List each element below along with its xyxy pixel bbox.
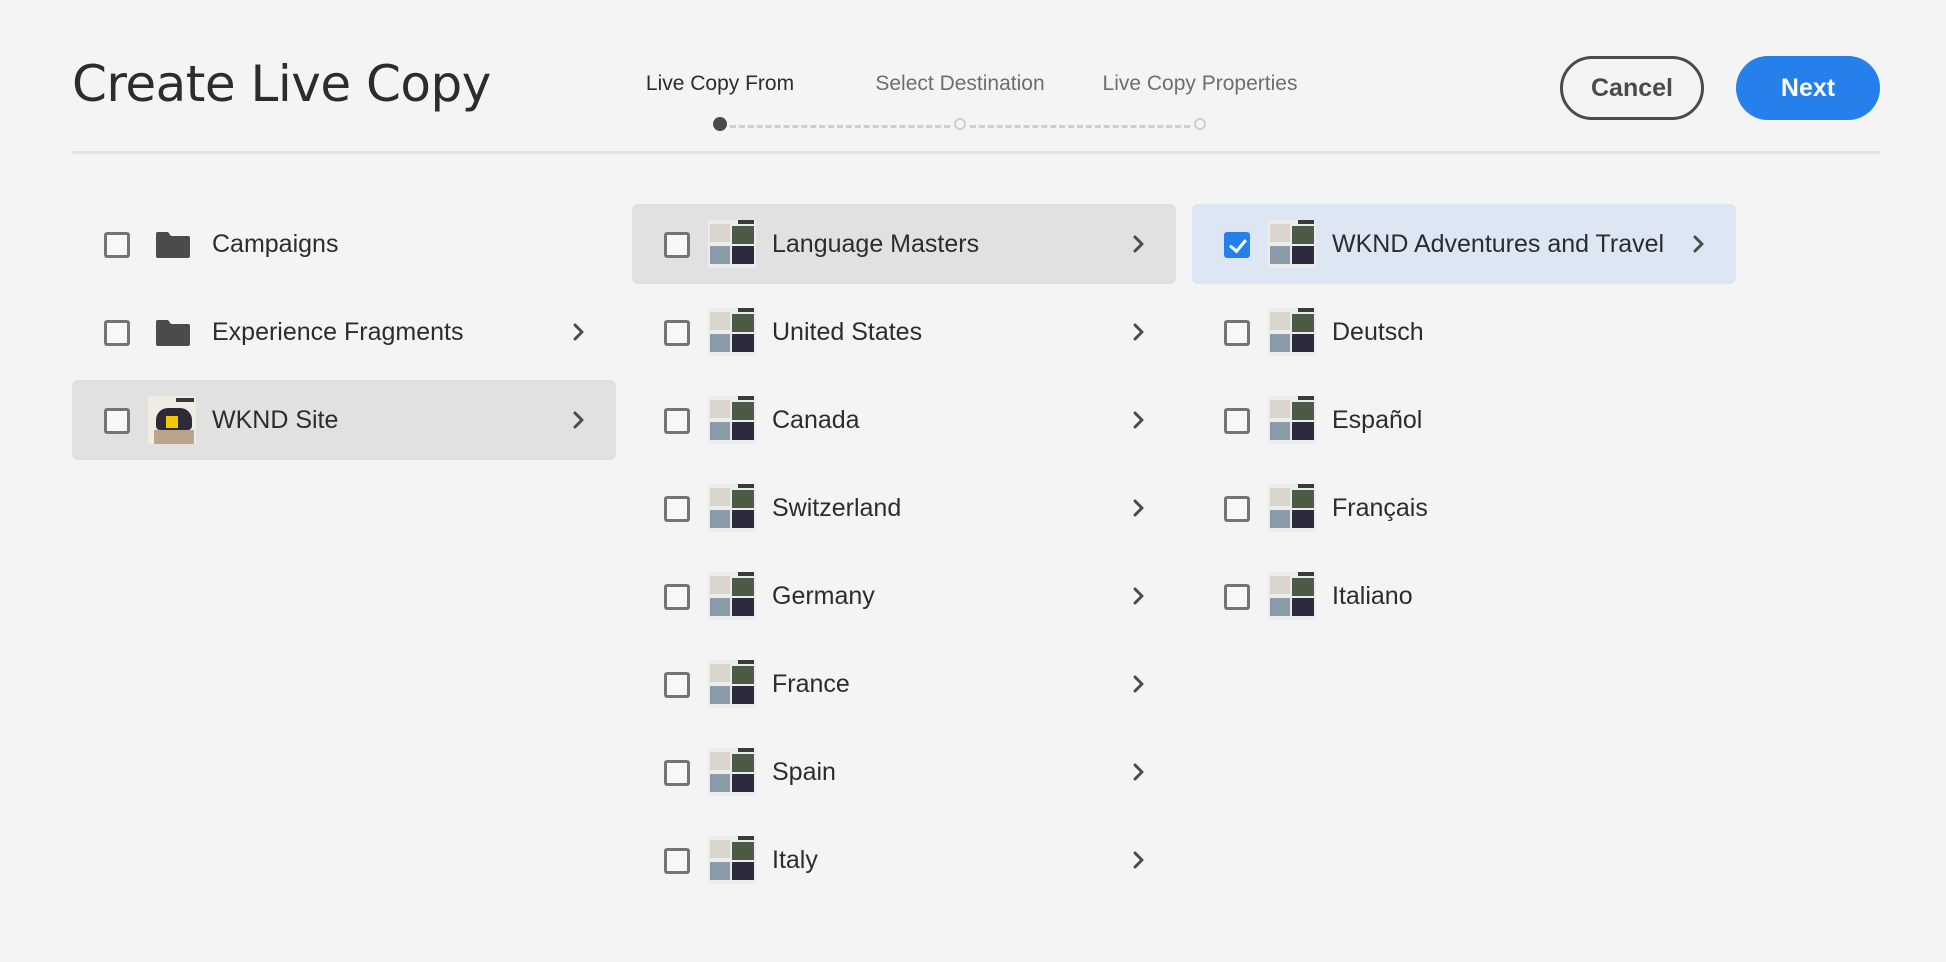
page-thumbnail [708, 660, 756, 708]
chevron-right-icon[interactable] [1130, 235, 1148, 253]
list-item-wknd-adventures-and-travel[interactable]: WKND Adventures and Travel [1192, 204, 1736, 284]
list-item-francais[interactable]: Français [1192, 468, 1736, 548]
list-item-label: Germany [772, 582, 875, 610]
list-item-label: WKND Adventures and Travel [1332, 230, 1665, 258]
checkbox[interactable] [664, 408, 690, 434]
list-item-experience-fragments[interactable]: Experience Fragments [72, 292, 616, 372]
chevron-right-icon[interactable] [1130, 587, 1148, 605]
header: Create Live Copy Live Copy From Select D… [0, 0, 1946, 160]
page-thumbnail [1268, 220, 1316, 268]
list-item-switzerland[interactable]: Switzerland [632, 468, 1176, 548]
list-item-campaigns[interactable]: Campaigns [72, 204, 616, 284]
wizard-steps: Live Copy From Select Destination Live C… [600, 72, 1320, 136]
checkbox[interactable] [1224, 320, 1250, 346]
page-thumbnail [708, 220, 756, 268]
page-thumbnail [1268, 396, 1316, 444]
list-item-germany[interactable]: Germany [632, 556, 1176, 636]
list-item-label: WKND Site [212, 406, 339, 434]
checkbox[interactable] [104, 232, 130, 258]
folder-icon [156, 232, 190, 258]
step-live-copy-from[interactable]: Live Copy From [646, 72, 794, 96]
list-item-label: France [772, 670, 850, 698]
list-item-espanol[interactable]: Español [1192, 380, 1736, 460]
list-item-wknd-site[interactable]: WKND Site [72, 380, 616, 460]
checkbox[interactable] [664, 760, 690, 786]
site-thumbnail [148, 396, 196, 444]
step-marker [954, 118, 966, 130]
list-item-label: Campaigns [212, 230, 339, 258]
page-thumbnail [1268, 484, 1316, 532]
list-item-label: Español [1332, 406, 1423, 434]
list-item-label: Italiano [1332, 582, 1413, 610]
step-marker [1194, 118, 1206, 130]
chevron-right-icon[interactable] [1130, 323, 1148, 341]
list-item-language-masters[interactable]: Language Masters [632, 204, 1176, 284]
step-marker-current [713, 117, 727, 131]
checkbox[interactable] [664, 232, 690, 258]
folder-icon [156, 320, 190, 346]
chevron-right-icon[interactable] [570, 323, 588, 341]
page-thumbnail [708, 484, 756, 532]
chevron-right-icon[interactable] [1130, 763, 1148, 781]
step-connector [730, 125, 950, 128]
page-thumbnail [708, 836, 756, 884]
column-browser-level-2: Language Masters United States Canada Switz… [632, 204, 1176, 908]
chevron-right-icon[interactable] [570, 411, 588, 429]
page-thumbnail [708, 748, 756, 796]
checkbox[interactable] [104, 408, 130, 434]
column-browser-level-3: WKND Adventures and Travel Deutsch Español… [1192, 204, 1736, 644]
chevron-right-icon[interactable] [1130, 499, 1148, 517]
list-item-label: Canada [772, 406, 860, 434]
checkbox-checked[interactable] [1224, 232, 1250, 258]
list-item-label: Spain [772, 758, 836, 786]
list-item-label: Language Masters [772, 230, 980, 258]
list-item-label: Experience Fragments [212, 318, 464, 346]
page-thumbnail [708, 308, 756, 356]
page-thumbnail [708, 396, 756, 444]
column-browser-level-1: Campaigns Experience Fragments WKND Site [72, 204, 616, 468]
chevron-right-icon[interactable] [1130, 675, 1148, 693]
checkbox[interactable] [664, 320, 690, 346]
checkbox[interactable] [1224, 584, 1250, 610]
list-item-spain[interactable]: Spain [632, 732, 1176, 812]
checkbox[interactable] [664, 496, 690, 522]
page-thumbnail [1268, 572, 1316, 620]
list-item-label: United States [772, 318, 923, 346]
list-item-italy[interactable]: Italy [632, 820, 1176, 900]
list-item-italiano[interactable]: Italiano [1192, 556, 1736, 636]
next-button[interactable]: Next [1736, 56, 1880, 120]
checkbox[interactable] [1224, 496, 1250, 522]
list-item-canada[interactable]: Canada [632, 380, 1176, 460]
list-item-label: Français [1332, 494, 1428, 522]
list-item-label: Deutsch [1332, 318, 1424, 346]
checkbox[interactable] [664, 848, 690, 874]
list-item-france[interactable]: France [632, 644, 1176, 724]
checkbox[interactable] [664, 672, 690, 698]
page-thumbnail [708, 572, 756, 620]
page-title: Create Live Copy [72, 55, 491, 113]
checkbox[interactable] [1224, 408, 1250, 434]
chevron-right-icon[interactable] [1130, 851, 1148, 869]
list-item-united-states[interactable]: United States [632, 292, 1176, 372]
chevron-right-icon[interactable] [1130, 411, 1148, 429]
checkbox[interactable] [664, 584, 690, 610]
checkbox[interactable] [104, 320, 130, 346]
list-item-label: Italy [772, 846, 818, 874]
cancel-button[interactable]: Cancel [1560, 56, 1704, 120]
step-select-destination[interactable]: Select Destination [875, 72, 1044, 96]
chevron-right-icon[interactable] [1690, 235, 1708, 253]
list-item-deutsch[interactable]: Deutsch [1192, 292, 1736, 372]
step-live-copy-properties[interactable]: Live Copy Properties [1103, 72, 1298, 96]
header-divider [72, 151, 1880, 154]
step-connector [970, 125, 1190, 128]
list-item-label: Switzerland [772, 494, 902, 522]
page-thumbnail [1268, 308, 1316, 356]
